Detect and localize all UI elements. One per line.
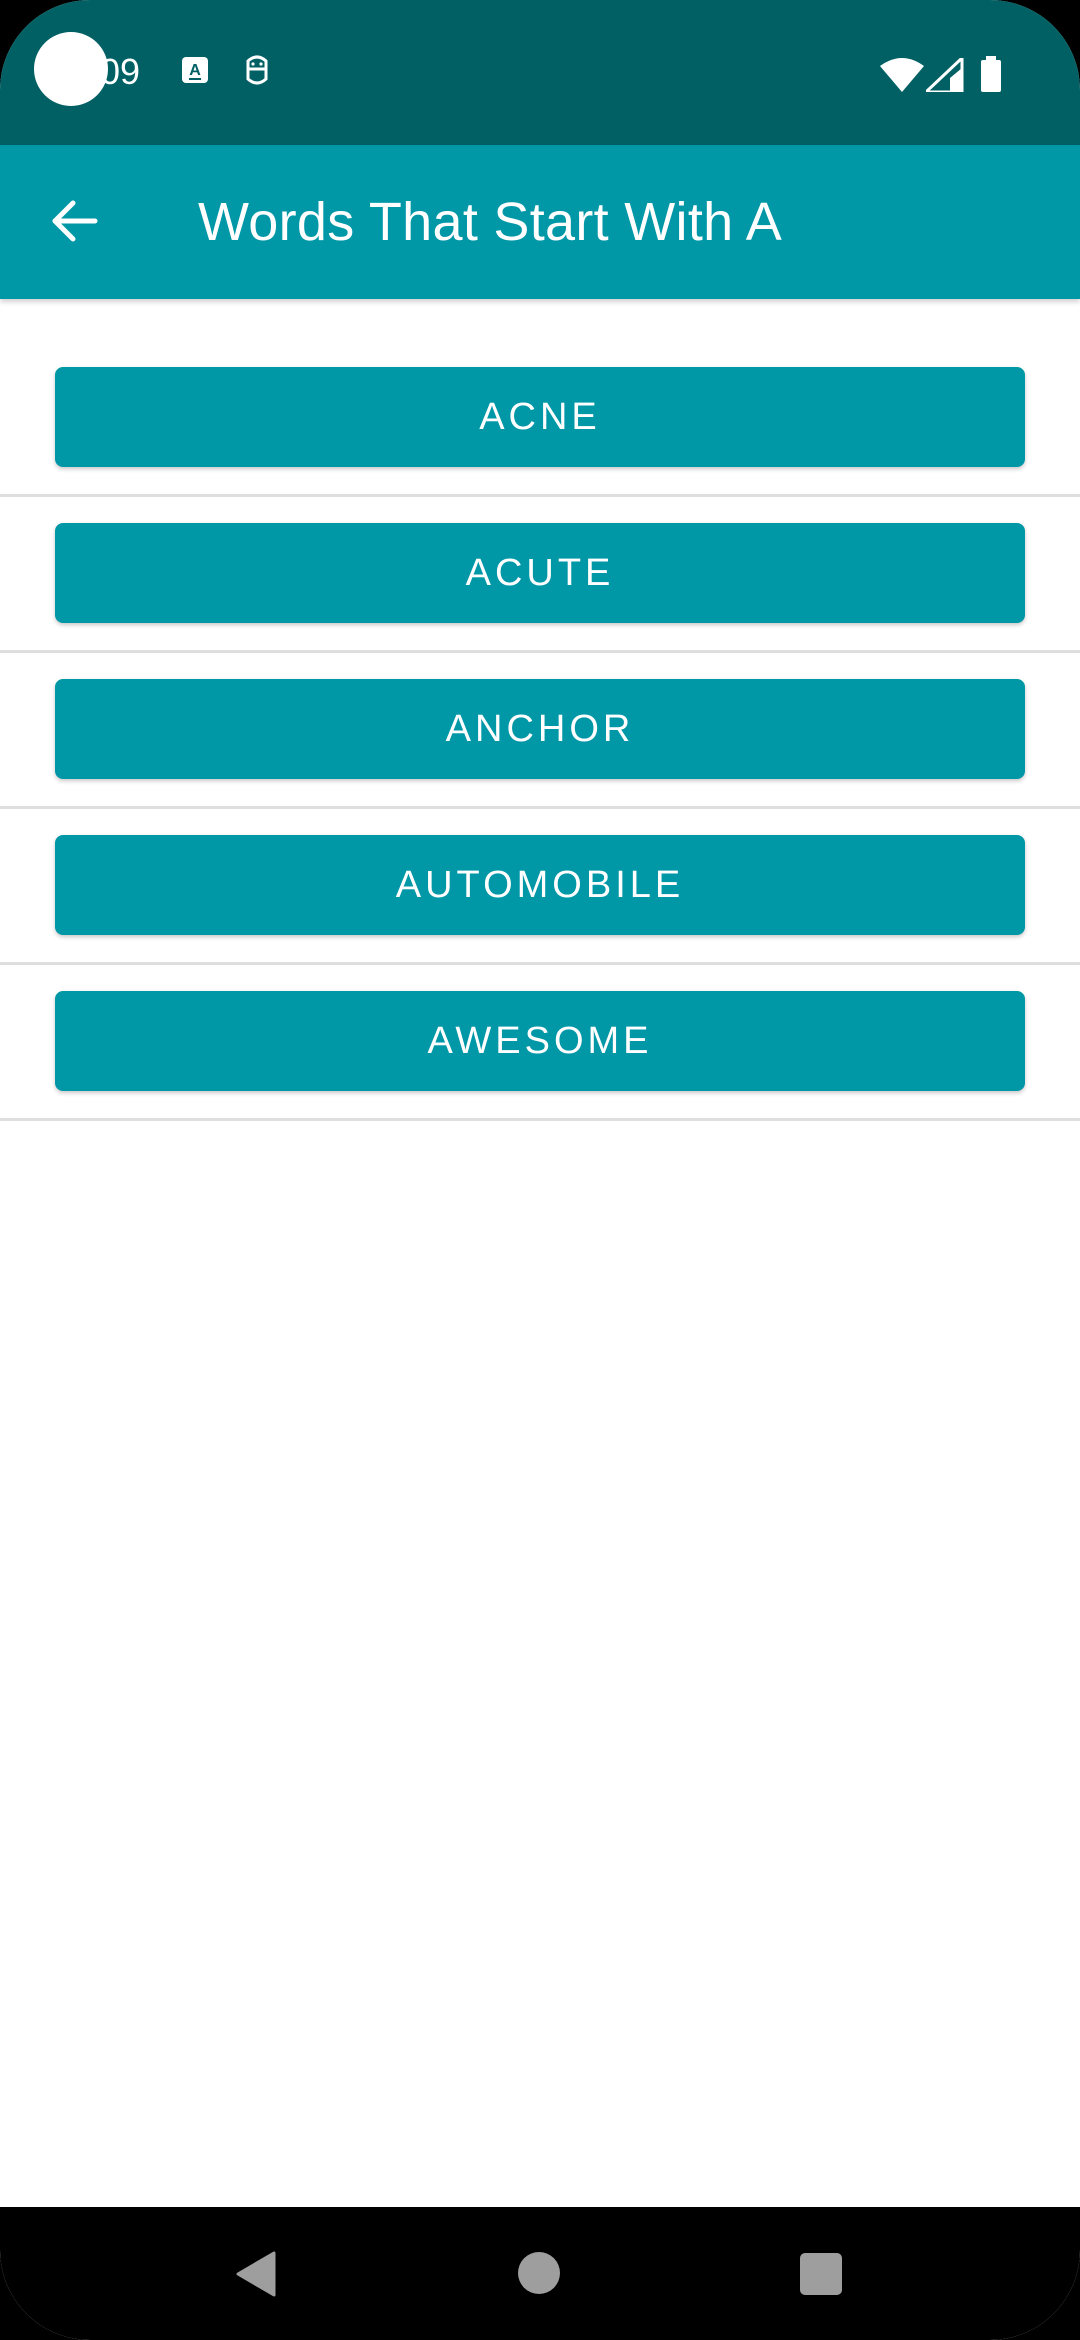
word-label: AUTOMOBILE [395,863,685,906]
camera-cutout [34,32,108,106]
word-label: ACNE [479,395,601,438]
phone-screen: 09 A Words That Start With A ACNE ACUTE … [0,0,1080,2340]
circle-home-icon[interactable] [518,2252,560,2294]
triangle-back-icon[interactable] [234,2251,276,2302]
list-item: AUTOMOBILE [0,809,1080,965]
back-button[interactable] [36,185,112,261]
signal-icon [922,54,964,97]
word-button-automobile[interactable]: AUTOMOBILE [55,835,1025,935]
status-bar: 09 A [0,0,1080,145]
square-recents-icon[interactable] [800,2253,842,2295]
list-item: ACNE [0,299,1080,497]
svg-text:A: A [189,62,201,79]
text-a-icon: A [180,55,210,90]
word-button-acute[interactable]: ACUTE [55,523,1025,623]
wifi-icon [880,58,924,97]
list-item: AWESOME [0,965,1080,1121]
battery-icon [980,56,1002,97]
status-time: 09 [100,51,141,92]
word-label: ACUTE [465,551,615,594]
page-title: Words That Start With A [198,192,783,252]
list-item: ACUTE [0,497,1080,653]
word-button-anchor[interactable]: ANCHOR [55,679,1025,779]
app-bar: Words That Start With A [0,145,1080,299]
word-label: ANCHOR [445,707,635,750]
face-icon [242,55,272,94]
word-button-acne[interactable]: ACNE [55,367,1025,467]
arrow-left-icon [49,196,99,251]
navigation-bar [0,2207,1080,2340]
word-list: ACNE ACUTE ANCHOR AUTOMOBILE AWESOME [0,299,1080,1121]
word-button-awesome[interactable]: AWESOME [55,991,1025,1091]
list-item: ANCHOR [0,653,1080,809]
word-label: AWESOME [427,1019,653,1062]
